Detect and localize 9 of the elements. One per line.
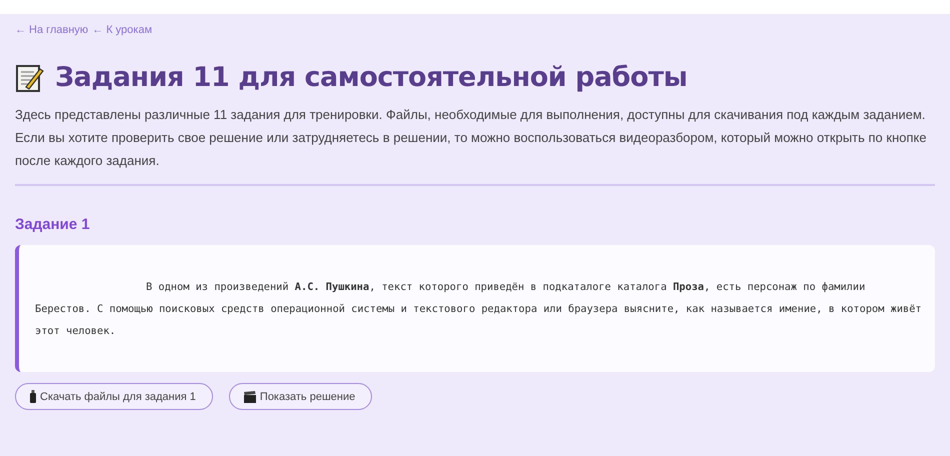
intro-text: Здесь представлены различные 11 задания для тренировки. Файлы, необходимые для выполнения, доступны для скачивания под каждым заданием. Если вы хотите проверить свое решение или затрудняетесь в решении, то можно воспользоваться видеоразбором, который можно открыть по кнопке после каждого задания. (15, 106, 928, 170)
usb-drive-icon (30, 390, 36, 403)
task-text: В одном из произведений А.С. Пушкина, текст которого приведён в подкаталоге каталога Проза, есть персонаж по фамилии Берестов. С помощью поисковых средств операционной системы и текстового редактора или браузера выясните, как называется имение, в котором живёт этот человек. (35, 280, 922, 339)
solution-button[interactable]: Показать решение (228, 383, 372, 410)
download-button[interactable]: Скачать файлы для задания 1 (15, 383, 213, 410)
page-title: Задания 11 для самостоятельной работы (55, 62, 688, 93)
task-heading: Задание 1 (15, 216, 91, 233)
clapperboard-icon (244, 390, 256, 402)
memo-icon (15, 62, 45, 92)
